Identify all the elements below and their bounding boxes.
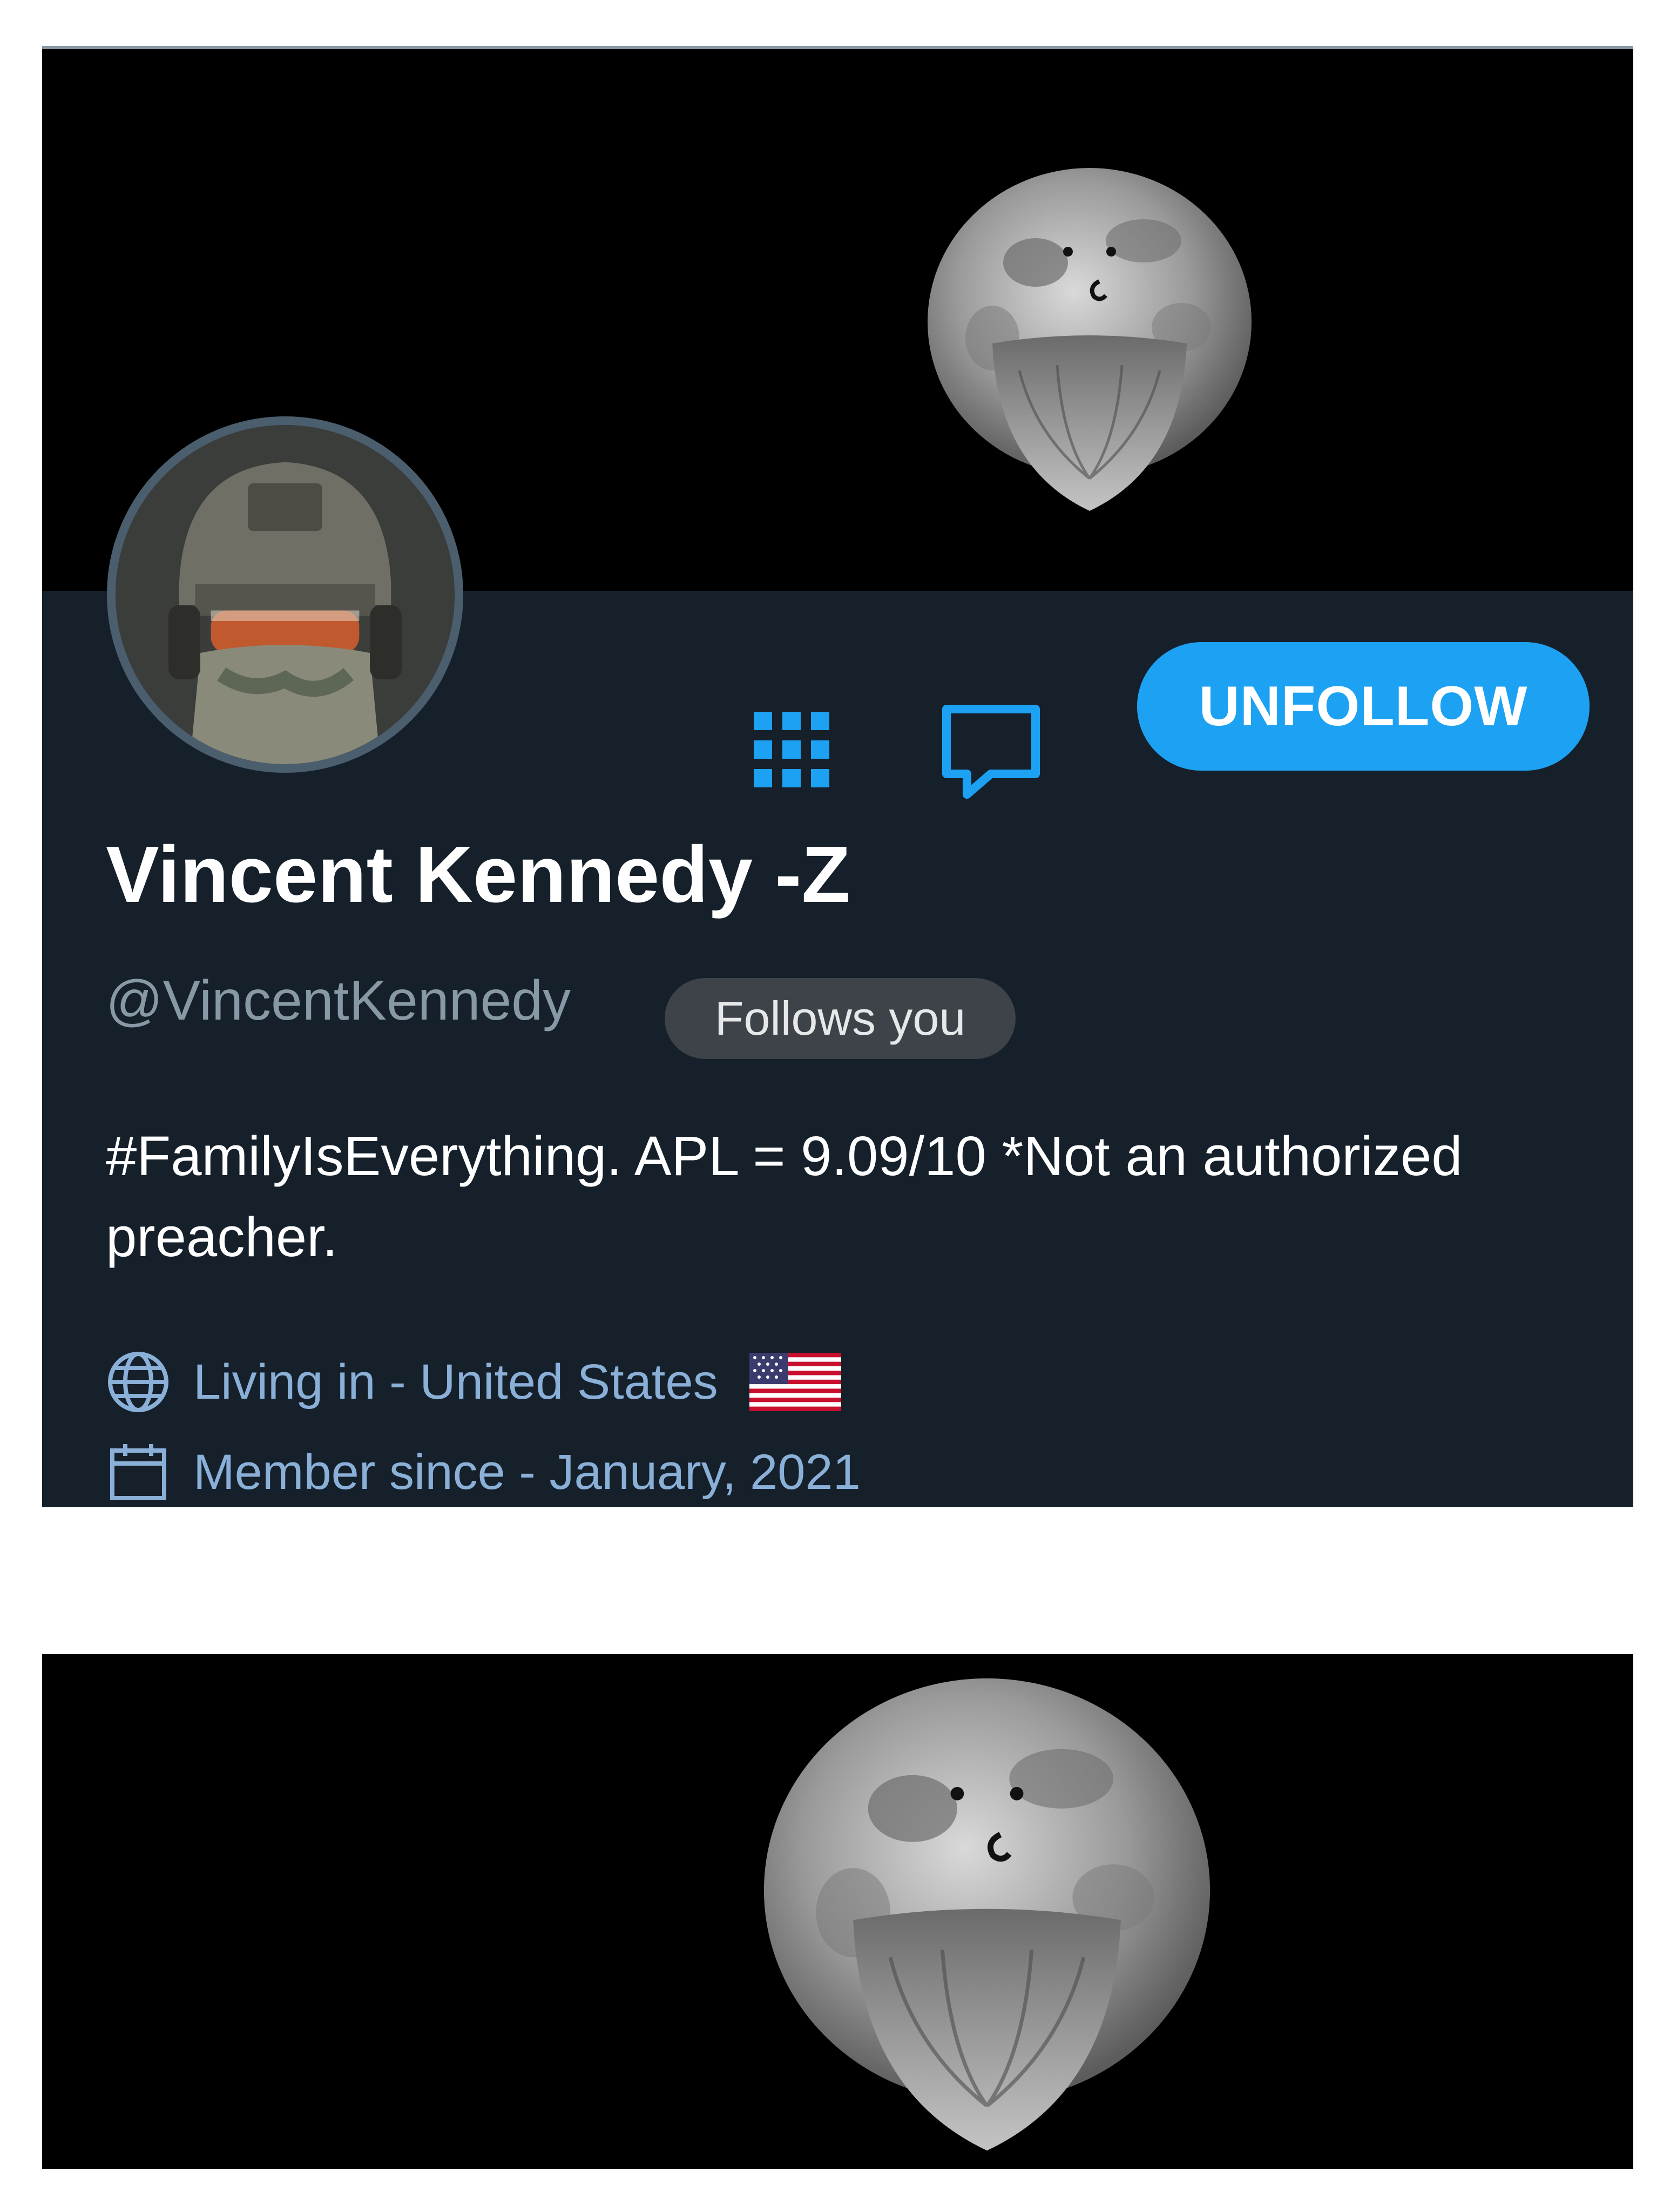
- location-row: Living in - United States: [106, 1347, 841, 1417]
- grid-button[interactable]: [754, 712, 829, 787]
- display-name: Vincent Kennedy -Z: [106, 830, 850, 919]
- moon-face-image: [763, 1678, 1211, 2151]
- member-since-text: Member since - January, 2021: [193, 1444, 861, 1500]
- message-button[interactable]: [941, 703, 1041, 802]
- us-flag-icon: [749, 1353, 841, 1411]
- follows-you-badge: Follows you: [665, 978, 1016, 1059]
- calendar-icon: [106, 1440, 171, 1505]
- grid-icon: [754, 712, 829, 787]
- avatar[interactable]: [107, 416, 463, 773]
- handle: @VincentKennedy: [106, 969, 571, 1032]
- message-icon: [942, 705, 1040, 799]
- bio: #FamilyIsEverything. APL = 9.09/10 *Not …: [106, 1125, 1463, 1268]
- banner-image-enlarged: [42, 1654, 1633, 2169]
- location-text: Living in - United States: [193, 1354, 718, 1410]
- soldier-avatar-image: [116, 425, 455, 764]
- profile-card: UNFOLLOW Vincent Kennedy -Z @VincentKenn…: [42, 46, 1633, 1507]
- globe-icon: [106, 1350, 171, 1414]
- unfollow-button[interactable]: UNFOLLOW: [1137, 642, 1590, 771]
- member-since-row: Member since - January, 2021: [106, 1437, 861, 1507]
- moon-face-image: [928, 168, 1252, 511]
